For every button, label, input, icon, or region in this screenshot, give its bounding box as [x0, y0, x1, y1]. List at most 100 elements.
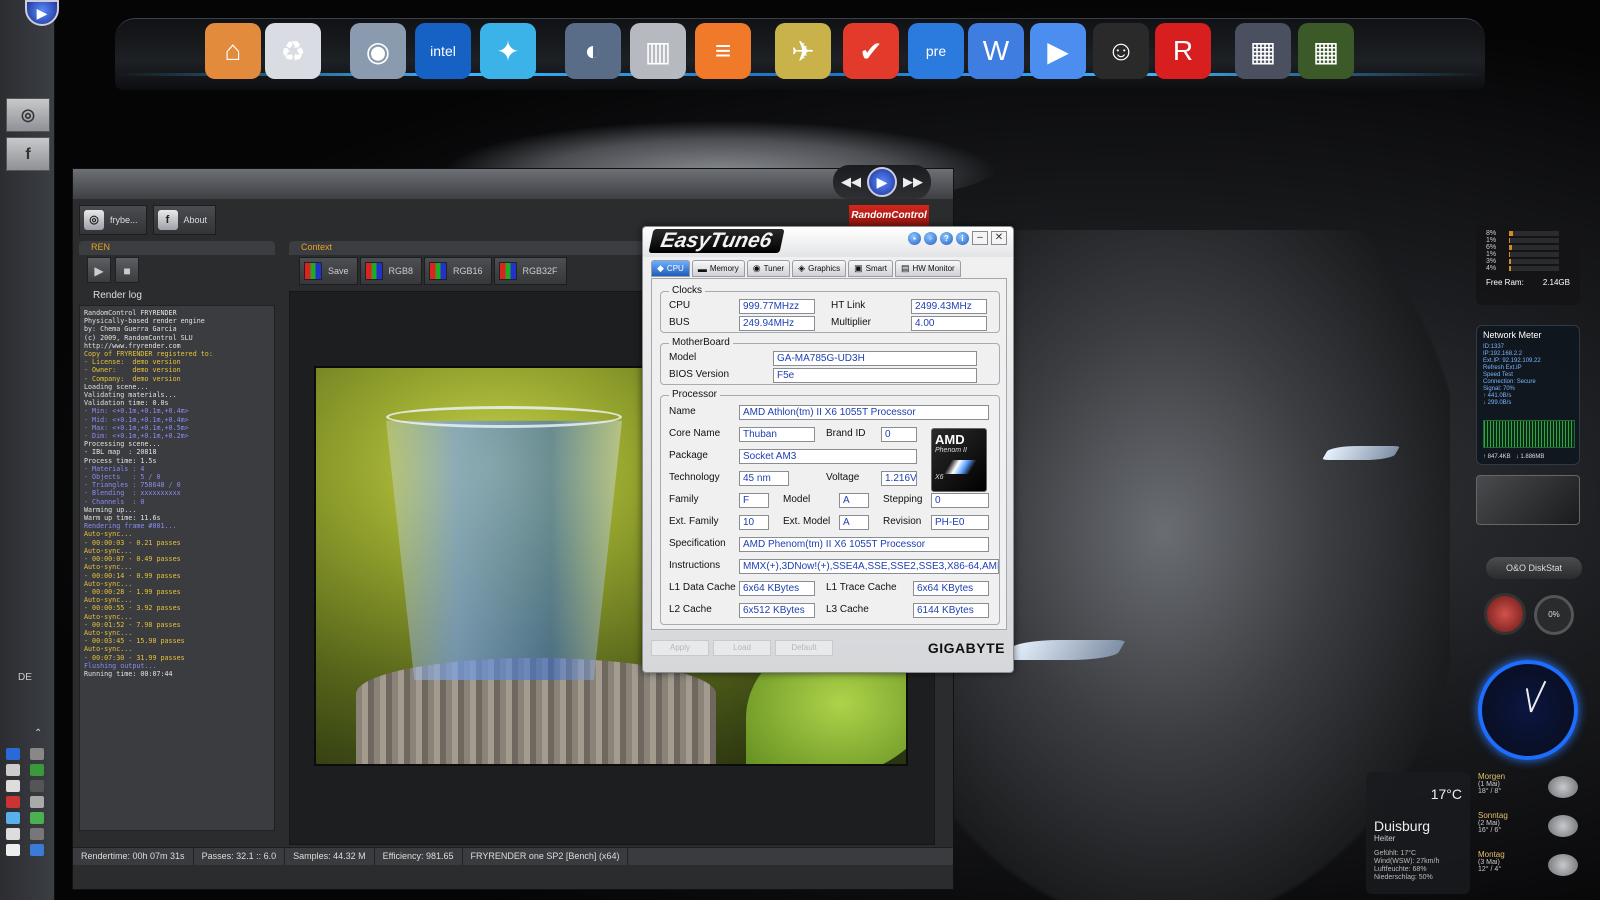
weather-widget[interactable]: 17°C Duisburg Heiter Gefühlt: 17°C Wind(W…	[1366, 772, 1470, 894]
stepping-label: Stepping	[883, 494, 923, 505]
about-button[interactable]: f About	[152, 205, 217, 235]
recycle-bin-icon[interactable]: ♻	[265, 23, 321, 79]
play-icon[interactable]: ▶	[867, 167, 897, 197]
l1-trace-cache-value: 6x64 KBytes	[913, 581, 989, 596]
tray-icon[interactable]	[30, 844, 44, 856]
tray-icon[interactable]	[30, 764, 44, 776]
tab-graphics[interactable]: ◈ Graphics	[792, 260, 847, 277]
diskstat-widget[interactable]: O&O DiskStat	[1486, 557, 1582, 579]
tab-memory[interactable]: ▬ Memory	[691, 260, 745, 277]
log-line: - 00:07:30 - 31.99 passes	[84, 653, 185, 662]
drive-icon[interactable]: ◐	[565, 23, 621, 79]
tray-icon[interactable]	[30, 780, 44, 792]
tab-tuner[interactable]: ◉ Tuner	[746, 260, 791, 277]
checkmark-icon[interactable]: ✔	[843, 23, 899, 79]
tray-icon[interactable]	[30, 748, 44, 760]
rgb16-label: RGB16	[453, 266, 483, 276]
weather-city: Duisburg	[1374, 818, 1431, 834]
save-button[interactable]: Save	[299, 257, 358, 285]
tray-icon[interactable]	[6, 812, 20, 824]
bird-icon[interactable]: ✈	[775, 23, 831, 79]
render-log[interactable]: RandomControl FRYRENDER Physically-based …	[79, 305, 275, 831]
game-box-icon[interactable]: ▦	[1235, 23, 1291, 79]
tray-icon[interactable]	[30, 796, 44, 808]
start-render-button[interactable]: ▶	[87, 257, 111, 283]
ht-link-label: HT Link	[831, 300, 866, 311]
default-button[interactable]: Default	[775, 640, 833, 656]
info-icon[interactable]: i	[956, 231, 969, 245]
cpu-meter-widget[interactable]: 8% 1% 6% 1% 3% 4% Free Ram: 2.14GB	[1476, 225, 1580, 305]
tray-icon[interactable]	[6, 764, 20, 776]
game-box-icon[interactable]: ▦	[1298, 23, 1354, 79]
play-icon[interactable]: ▶	[25, 0, 59, 26]
settings-icon[interactable]: ◦	[924, 231, 937, 245]
processor-title: Processor	[669, 389, 721, 400]
weather-forecast[interactable]: Morgen (1 Mai) 18° / 8° Sonntag (2 Mai) 16° /…	[1478, 772, 1582, 894]
cpu-core-bar	[1509, 266, 1559, 271]
globe-icon[interactable]: ◎	[6, 98, 50, 132]
chevron-up-icon[interactable]: ⌃	[34, 728, 42, 739]
webcam-icon[interactable]: ◉	[350, 23, 406, 79]
status-rendertime: Rendertime: 00h 07m 31s	[73, 848, 194, 865]
close-button[interactable]: ✕	[991, 231, 1007, 245]
save-label: Save	[328, 266, 349, 276]
language-indicator[interactable]: DE	[18, 672, 32, 683]
tab-ren[interactable]: REN	[79, 241, 275, 255]
cpu-clock-label: CPU	[669, 300, 691, 311]
system-tray	[6, 748, 50, 856]
face-icon[interactable]: ☺	[1093, 23, 1149, 79]
home-icon[interactable]: ⌂	[205, 23, 261, 79]
l3-cache-value: 6144 KBytes	[913, 603, 989, 618]
pre-icon[interactable]: pre	[908, 23, 964, 79]
tab-hw-monitor[interactable]: ▤ HW Monitor	[894, 260, 961, 277]
weather-detail-line: Wind(WSW): 27km/h	[1374, 858, 1440, 865]
status-version: FRYRENDER one SP2 [Bench] (x64)	[463, 848, 629, 865]
rgb-icon	[429, 262, 448, 280]
rgb32f-button[interactable]: RGB32F	[493, 257, 567, 285]
intel-icon[interactable]: intel	[415, 23, 471, 79]
stack-icon[interactable]: ≡	[695, 23, 751, 79]
player-icon[interactable]: ▶	[1030, 23, 1086, 79]
rewind-icon[interactable]: ◀◀	[841, 174, 861, 190]
tab-smart[interactable]: ▣ Smart	[848, 260, 893, 277]
facebook-icon[interactable]: f	[6, 137, 50, 171]
log-line: - Min: <+0.1m,+0.1m,+0.4m>	[84, 407, 189, 416]
minimize-button[interactable]: –	[972, 231, 988, 245]
rgb8-button[interactable]: RGB8	[359, 257, 423, 285]
w-icon[interactable]: W	[968, 23, 1024, 79]
r-icon[interactable]: R	[1155, 23, 1211, 79]
status-efficiency: Efficiency: 981.65	[375, 848, 463, 865]
tray-icon[interactable]	[30, 812, 44, 824]
log-line: Auto-sync...	[84, 546, 133, 555]
tray-icon[interactable]	[6, 844, 20, 856]
mini-widget[interactable]	[1476, 475, 1580, 525]
skin-icon[interactable]: ▪	[908, 231, 921, 245]
easytune-logo: EasyTune6	[648, 229, 785, 253]
fast-forward-icon[interactable]: ▶▶	[903, 174, 923, 190]
window-titlebar[interactable]	[73, 169, 953, 199]
globe-icon: ◎	[84, 210, 104, 230]
tray-icon[interactable]	[30, 828, 44, 840]
fryrender-button[interactable]: ◎ frybe...	[79, 205, 147, 235]
computer-tower-icon[interactable]: ▥	[630, 23, 686, 79]
stop-render-button[interactable]: ■	[115, 257, 139, 283]
log-line: - Owner: demo version	[84, 366, 181, 375]
tray-icon[interactable]	[6, 780, 20, 792]
tray-icon[interactable]	[6, 748, 20, 760]
ext-family-label: Ext. Family	[669, 516, 719, 527]
l1-data-cache-label: L1 Data Cache	[669, 582, 736, 593]
easytune-titlebar[interactable]: EasyTune6 ▪ ◦ ? i – ✕	[643, 227, 1013, 257]
apply-button[interactable]: Apply	[651, 640, 709, 656]
clock-widget[interactable]	[1478, 660, 1578, 760]
tray-icon[interactable]	[6, 796, 20, 808]
help-icon[interactable]: ?	[940, 231, 953, 245]
load-button[interactable]: Load	[713, 640, 771, 656]
tab-cpu[interactable]: ◆ CPU	[651, 260, 690, 277]
multiplier-label: Multiplier	[831, 317, 872, 328]
rgb16-button[interactable]: RGB16	[424, 257, 492, 285]
pinwheel-icon[interactable]: ✦	[480, 23, 536, 79]
tray-icon[interactable]	[6, 828, 20, 840]
log-line: Process time: 1.5s	[84, 456, 157, 465]
log-line: Warm up time: 11.6s	[84, 514, 161, 523]
network-meter-widget[interactable]: Network Meter ID:1337 IP:192.168.2.2 Ext.I…	[1476, 325, 1580, 465]
